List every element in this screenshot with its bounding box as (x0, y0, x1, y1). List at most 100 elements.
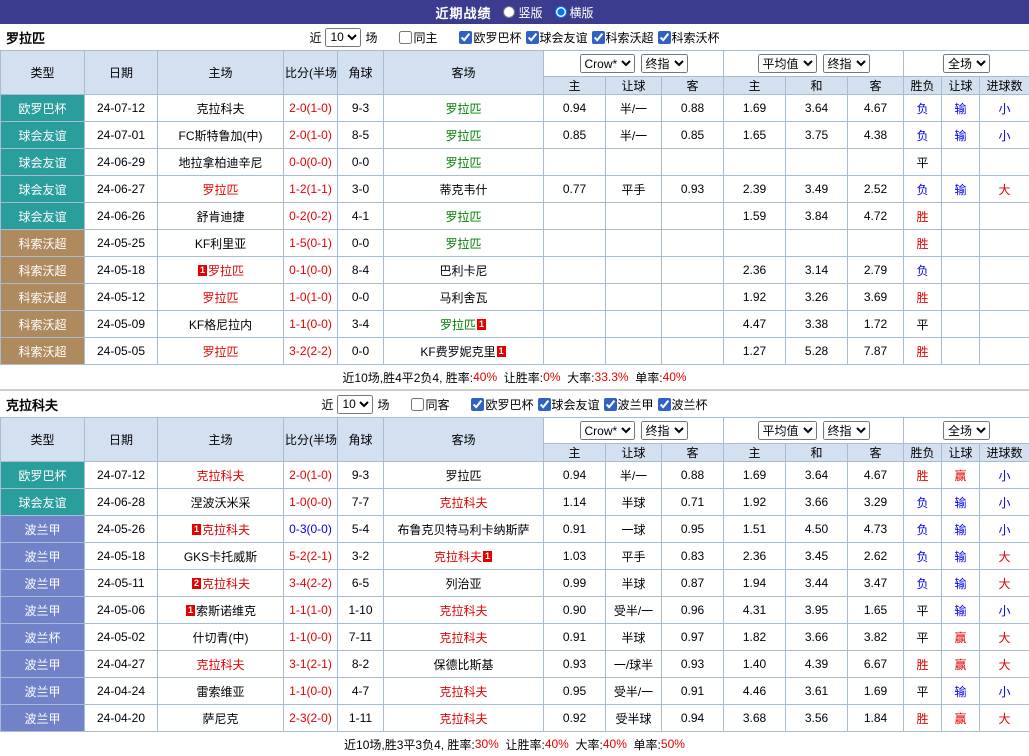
match-row: 球会友谊24-06-28涅波沃米采1-0(0-0)7-7克拉科夫1.14半球0.… (1, 489, 1029, 516)
league-badge: 欧罗巴杯 (1, 95, 85, 122)
average-stage-select[interactable]: 终指 (823, 54, 870, 73)
league-badge: 欧罗巴杯 (1, 462, 85, 489)
league-filter-checkbox[interactable] (604, 398, 617, 411)
match-score: 0-1(0-0) (284, 257, 338, 284)
match-score: 2-0(1-0) (284, 462, 338, 489)
layout-radio-horizontal[interactable]: 横版 (555, 4, 594, 21)
summary-segment: 30% (475, 737, 499, 751)
league-badge: 球会友谊 (1, 122, 85, 149)
match-row: 科索沃超24-05-09KF格尼拉内1-1(0-0)3-4罗拉匹14.473.3… (1, 311, 1029, 338)
corner-score: 8-5 (338, 122, 384, 149)
recent-count-select[interactable]: 10 (325, 28, 361, 47)
summary-segment: 33.3% (595, 370, 629, 384)
same-side-checkbox[interactable] (399, 31, 412, 44)
away-team: 克拉科夫 (384, 678, 544, 705)
odds-home: 0.92 (544, 705, 606, 732)
league-filter[interactable]: 科索沃超 (592, 29, 654, 46)
league-filter[interactable]: 科索沃杯 (658, 29, 720, 46)
league-filter[interactable]: 波兰甲 (604, 396, 654, 413)
odds-home (544, 257, 606, 284)
home-team: 什切青(中) (158, 624, 284, 651)
odds-stage-select[interactable]: 终指 (641, 54, 688, 73)
odds-home: 0.91 (544, 516, 606, 543)
league-filter-checkbox[interactable] (538, 398, 551, 411)
team-text: GKS卡托威斯 (184, 550, 257, 564)
league-filter[interactable]: 球会友谊 (538, 396, 600, 413)
odds-away: 0.87 (662, 570, 724, 597)
same-side-checkbox[interactable] (411, 398, 424, 411)
col-header-home: 主场 (158, 418, 284, 462)
recent-count-select[interactable]: 10 (337, 395, 373, 414)
avg-home: 1.27 (724, 338, 786, 365)
match-date: 24-05-26 (85, 516, 158, 543)
bookmaker-select[interactable]: Crow* (580, 54, 635, 73)
league-filter[interactable]: 波兰杯 (658, 396, 708, 413)
league-badge: 波兰甲 (1, 516, 85, 543)
away-team: 克拉科夫 (384, 597, 544, 624)
odds-home: 0.91 (544, 624, 606, 651)
match-score: 2-0(1-0) (284, 122, 338, 149)
odds-stage-select[interactable]: 终指 (641, 421, 688, 440)
summary-segment: 大率: (569, 736, 603, 753)
odds-away: 0.88 (662, 462, 724, 489)
match-score: 1-1(0-0) (284, 624, 338, 651)
avg-draw: 5.28 (786, 338, 848, 365)
layout-radio-vertical[interactable]: 竖版 (503, 4, 542, 21)
odds-home: 0.94 (544, 95, 606, 122)
league-filter[interactable]: 欧罗巴杯 (459, 29, 521, 46)
avg-home: 2.39 (724, 176, 786, 203)
col-header-date: 日期 (85, 418, 158, 462)
league-filter[interactable]: 球会友谊 (526, 29, 588, 46)
scope-select[interactable]: 全场 (943, 54, 990, 73)
bookmaker-select[interactable]: Crow* (580, 421, 635, 440)
average-select[interactable]: 平均值 (758, 421, 817, 440)
league-filter-checkbox[interactable] (592, 31, 605, 44)
summary-segment: 40% (545, 737, 569, 751)
odds-handicap: 受半球 (606, 705, 662, 732)
odds-handicap: 一球 (606, 516, 662, 543)
odds-handicap: 半/一 (606, 122, 662, 149)
avg-draw: 3.84 (786, 203, 848, 230)
summary-segment: 40% (603, 737, 627, 751)
odds-away (662, 149, 724, 176)
avg-home: 4.46 (724, 678, 786, 705)
league-filter-checkbox[interactable] (526, 31, 539, 44)
col-header-home: 主场 (158, 51, 284, 95)
same-side-filter[interactable]: 同主 (399, 29, 437, 46)
layout-radio-input[interactable] (555, 6, 567, 18)
avg-home: 3.68 (724, 705, 786, 732)
corner-score: 1-10 (338, 597, 384, 624)
home-team: 地拉拿柏迪辛尼 (158, 149, 284, 176)
same-side-filter[interactable]: 同客 (411, 396, 449, 413)
match-date: 24-05-12 (85, 284, 158, 311)
league-filter-checkbox[interactable] (471, 398, 484, 411)
average-stage-select[interactable]: 终指 (823, 421, 870, 440)
result-goals: 大 (980, 651, 1029, 678)
odds-handicap (606, 311, 662, 338)
recent-label: 近 (321, 396, 333, 413)
league-filter-checkbox[interactable] (658, 31, 671, 44)
col-header-score: 比分(半场) (284, 418, 338, 462)
odds-home: 0.77 (544, 176, 606, 203)
match-date: 24-07-01 (85, 122, 158, 149)
scope-select[interactable]: 全场 (943, 421, 990, 440)
odds-home: 0.93 (544, 651, 606, 678)
col-header-corner: 角球 (338, 418, 384, 462)
corner-score: 4-1 (338, 203, 384, 230)
match-row: 球会友谊24-07-01FC斯特鲁加(中)2-0(1-0)8-5罗拉匹0.85半… (1, 122, 1029, 149)
layout-radio-input[interactable] (503, 6, 515, 18)
team-text: 克拉科夫 (196, 102, 244, 116)
recent-unit: 场 (365, 29, 377, 46)
avg-away: 4.67 (848, 462, 904, 489)
away-team: 罗拉匹 (384, 95, 544, 122)
summary-line: 近10场,胜4平2负4, 胜率:40% 让胜率:0% 大率:33.3% 单率:4… (0, 365, 1029, 389)
recent-label: 近 (309, 29, 321, 46)
result-wdl: 胜 (904, 338, 942, 365)
avg-draw: 3.44 (786, 570, 848, 597)
average-select[interactable]: 平均值 (758, 54, 817, 73)
league-filter[interactable]: 欧罗巴杯 (471, 396, 533, 413)
league-filter-checkbox[interactable] (658, 398, 671, 411)
avg-away: 4.72 (848, 203, 904, 230)
league-filter-checkbox[interactable] (459, 31, 472, 44)
odds-handicap: 受半/一 (606, 678, 662, 705)
